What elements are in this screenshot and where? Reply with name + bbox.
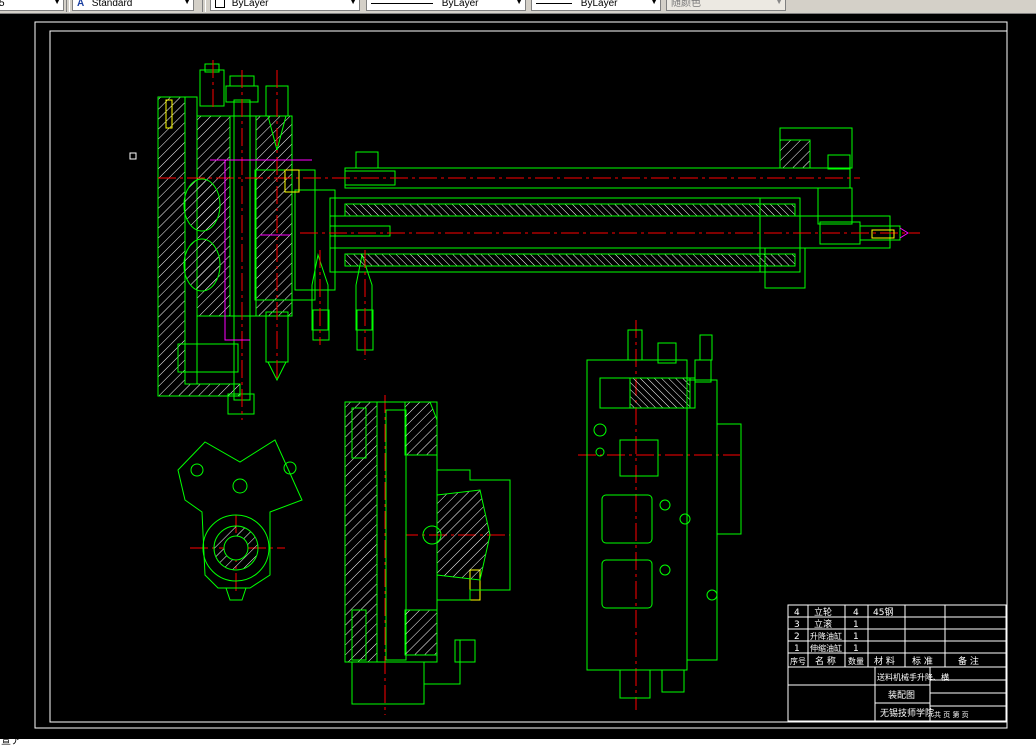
bom-row-1-qty: 1 <box>853 644 859 654</box>
bom-row-1-name: 伸缩油缸 <box>810 643 842 653</box>
title-block-school: 无锡技师学院 <box>880 707 934 719</box>
hub-section-view <box>177 439 303 601</box>
chevron-down-icon: ▼ <box>349 0 357 6</box>
parts-list-text: 4 立轮 4 45钢 3 立滚 1 2 升降油缸 1 1 伸缩油缸 1 序号 名… <box>790 606 979 719</box>
command-line-text: 宣ア <box>1 739 21 745</box>
chevron-down-icon: ▼ <box>515 0 523 6</box>
linetype-preview-icon <box>371 2 433 4</box>
bom-row-4-no: 4 <box>794 608 800 618</box>
layer-value: ByLayer <box>231 0 269 9</box>
cad-drawing: 4 立轮 4 45钢 3 立滚 1 2 升降油缸 1 1 伸缩油缸 1 序号 名… <box>34 21 1008 729</box>
bom-row-4-qty: 4 <box>853 608 859 618</box>
first-dropdown[interactable]: 5 ▼ <box>0 0 64 11</box>
bom-header-note: 备 注 <box>958 655 979 667</box>
inner-frame <box>49 30 1008 723</box>
bom-header-spec: 标 准 <box>912 655 933 667</box>
bom-row-1-no: 1 <box>794 644 800 654</box>
bom-row-4-material: 45钢 <box>873 606 893 618</box>
bom-row-2-name: 升降油缸 <box>810 631 842 641</box>
toolbar-separator <box>66 0 70 12</box>
chevron-down-icon: ▼ <box>183 0 191 6</box>
text-style-value: Standard <box>91 0 133 9</box>
text-style-dropdown[interactable]: A Standard ▼ <box>72 0 194 11</box>
linetype-value: ByLayer <box>441 0 479 9</box>
chevron-down-icon: ▼ <box>775 0 783 6</box>
title-block-drawing-title: 送料机械手升降、横 <box>877 672 949 682</box>
toolbar-separator <box>202 0 206 12</box>
chevron-down-icon: ▼ <box>650 0 658 6</box>
text-style-icon: A <box>77 0 85 9</box>
valve-block-view <box>586 329 742 699</box>
bom-header-name: 名 称 <box>815 655 836 667</box>
bom-header-no: 序号 <box>790 656 806 666</box>
layer-color-dropdown[interactable]: ByLayer ▼ <box>210 0 360 11</box>
chevron-down-icon: ▼ <box>53 0 61 6</box>
first-dropdown-value: 5 <box>0 0 5 9</box>
properties-toolbar: 5 ▼ A Standard ▼ ByLayer ▼ ByLayer ▼ ByL… <box>0 0 1036 14</box>
title-block-sheet-note: 共 页 第 页 <box>934 710 969 719</box>
bom-row-4-name: 立轮 <box>814 606 832 618</box>
bom-header-material: 材 料 <box>874 655 895 667</box>
plot-style-value: 随颜色 <box>671 0 701 9</box>
bom-row-3-qty: 1 <box>853 620 859 630</box>
bom-header-qty: 数量 <box>848 656 864 666</box>
lineweight-value: ByLayer <box>580 0 618 9</box>
bom-row-2-no: 2 <box>794 632 800 642</box>
main-view-assembly <box>157 63 909 415</box>
drawing-canvas[interactable]: 4 立轮 4 45钢 3 立滚 1 2 升降油缸 1 1 伸缩油缸 1 序号 名… <box>0 14 1036 739</box>
bom-row-2-qty: 1 <box>853 632 859 642</box>
command-line[interactable]: 宣ア <box>0 739 1036 745</box>
plot-style-dropdown[interactable]: 随颜色 ▼ <box>666 0 786 11</box>
bom-row-3-no: 3 <box>794 620 800 630</box>
pickbox-icon <box>129 152 137 160</box>
lift-cylinder-section <box>344 401 511 705</box>
lineweight-preview-icon <box>536 2 572 4</box>
color-swatch-icon <box>215 0 225 9</box>
linetype-dropdown[interactable]: ByLayer ▼ <box>366 0 526 11</box>
bom-row-3-name: 立滚 <box>814 618 832 630</box>
title-block-assembly-label: 装配图 <box>888 689 915 701</box>
lineweight-dropdown[interactable]: ByLayer ▼ <box>531 0 661 11</box>
